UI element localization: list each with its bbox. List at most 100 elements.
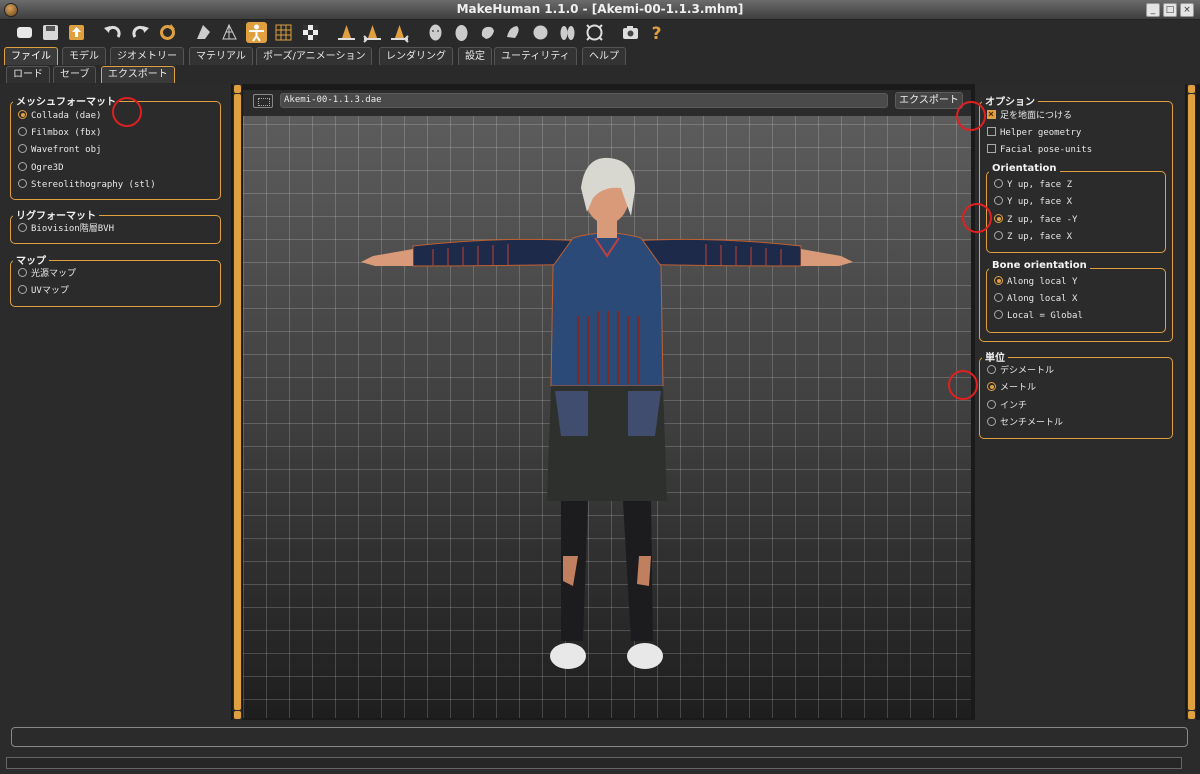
- orientation-y-up-face-z[interactable]: Y up, face Z: [994, 178, 1072, 192]
- radio-icon[interactable]: [994, 310, 1003, 319]
- export-button[interactable]: エクスポート: [895, 92, 963, 109]
- hand-icon[interactable]: [477, 22, 498, 43]
- save-icon[interactable]: [40, 22, 61, 43]
- close-icon[interactable]: ×: [1180, 3, 1194, 17]
- annotation-circle: [948, 370, 978, 400]
- new-file-icon[interactable]: [14, 22, 35, 43]
- export-icon[interactable]: [66, 22, 87, 43]
- sphere-icon[interactable]: [530, 22, 551, 43]
- mesh-format-fbx[interactable]: Filmbox (fbx): [18, 126, 101, 140]
- subtab-export[interactable]: エクスポート: [101, 66, 175, 83]
- scroll-up-icon[interactable]: [1188, 85, 1195, 93]
- wireframe-icon[interactable]: [219, 22, 240, 43]
- feet-on-ground-checkbox[interactable]: 足を地面につける: [987, 108, 1072, 123]
- rig-format-bvh[interactable]: Biovision階層BVH: [18, 222, 114, 236]
- checkbox-icon[interactable]: [987, 108, 996, 122]
- radio-icon[interactable]: [987, 400, 996, 409]
- radio-icon[interactable]: [994, 179, 1003, 188]
- scroll-thumb[interactable]: [234, 94, 241, 710]
- radio-icon[interactable]: [18, 110, 27, 119]
- reset-camera-icon[interactable]: [584, 22, 605, 43]
- lungs-icon[interactable]: [557, 22, 578, 43]
- tab-file[interactable]: ファイル: [4, 47, 58, 65]
- rig-format-title: リグフォーマット: [13, 207, 99, 222]
- mesh-format-obj[interactable]: Wavefront obj: [18, 143, 101, 157]
- scroll-thumb[interactable]: [1188, 94, 1195, 710]
- facial-pose-units-checkbox[interactable]: Facial pose-units: [987, 143, 1092, 157]
- back-view-icon[interactable]: [362, 22, 383, 43]
- orientation-z-up-face-x[interactable]: Z up, face X: [994, 230, 1072, 244]
- minimize-icon[interactable]: _: [1146, 3, 1160, 17]
- radio-icon[interactable]: [994, 196, 1003, 205]
- radio-icon[interactable]: [18, 223, 27, 232]
- tab-material[interactable]: マテリアル: [189, 47, 253, 65]
- tab-help[interactable]: ヘルプ: [582, 47, 626, 65]
- tab-utilities[interactable]: ユーティリティ: [494, 47, 577, 65]
- maps-uvmap[interactable]: UVマップ: [18, 284, 69, 298]
- unit-decimeter[interactable]: デシメートル: [987, 364, 1054, 378]
- human-model[interactable]: [243, 116, 971, 718]
- left-scrollbar[interactable]: [233, 84, 242, 720]
- filename-input[interactable]: Akemi-00-1.1.3.dae: [280, 93, 888, 108]
- mesh-format-stl[interactable]: Stereolithography (stl): [18, 178, 156, 192]
- scroll-up-icon[interactable]: [234, 85, 241, 93]
- orientation-y-up-face-x[interactable]: Y up, face X: [994, 195, 1072, 209]
- radio-icon[interactable]: [987, 417, 996, 426]
- radio-icon[interactable]: [987, 365, 996, 374]
- bone-along-local-x[interactable]: Along local X: [994, 292, 1077, 306]
- helper-geometry-checkbox[interactable]: Helper geometry: [987, 126, 1081, 140]
- side-view-icon[interactable]: [389, 22, 410, 43]
- redo-icon[interactable]: [130, 22, 151, 43]
- scroll-down-icon[interactable]: [1188, 711, 1195, 719]
- radio-icon[interactable]: [18, 179, 27, 188]
- viewport-3d[interactable]: [243, 116, 971, 718]
- svg-text:?: ?: [652, 24, 662, 43]
- maximize-icon[interactable]: □: [1163, 3, 1177, 17]
- subtab-load[interactable]: ロード: [6, 66, 50, 83]
- right-scrollbar[interactable]: [1187, 84, 1196, 720]
- orientation-title: Orientation: [989, 163, 1060, 174]
- pose-icon[interactable]: [246, 22, 267, 43]
- checkbox-icon[interactable]: [987, 144, 996, 153]
- help-icon[interactable]: ?: [646, 22, 667, 43]
- mesh-format-collada[interactable]: Collada (dae): [18, 109, 101, 123]
- file-browse-icon[interactable]: [253, 94, 273, 108]
- bone-local-global[interactable]: Local = Global: [994, 309, 1083, 323]
- checkbox-icon[interactable]: [987, 127, 996, 136]
- screenshot-icon[interactable]: [620, 22, 641, 43]
- unit-centimeter[interactable]: センチメートル: [987, 416, 1063, 430]
- tab-rendering[interactable]: レンダリング: [379, 47, 453, 65]
- mesh-format-ogre3d[interactable]: Ogre3D: [18, 161, 64, 175]
- radio-icon[interactable]: [994, 276, 1003, 285]
- undo-icon[interactable]: [102, 22, 123, 43]
- tab-pose-animation[interactable]: ポーズ/アニメーション: [256, 47, 373, 65]
- reset-icon[interactable]: [157, 22, 178, 43]
- unit-inch[interactable]: インチ: [987, 399, 1027, 413]
- head-icon[interactable]: [425, 22, 446, 43]
- smooth-icon[interactable]: [193, 22, 214, 43]
- tab-settings[interactable]: 設定: [458, 47, 492, 65]
- orientation-z-up-face-neg-y[interactable]: Z up, face -Y: [994, 213, 1077, 227]
- radio-icon[interactable]: [18, 127, 27, 136]
- foot-icon[interactable]: [503, 22, 524, 43]
- scroll-down-icon[interactable]: [234, 711, 241, 719]
- tab-geometry[interactable]: ジオメトリー: [110, 47, 184, 65]
- radio-icon[interactable]: [18, 144, 27, 153]
- radio-icon[interactable]: [994, 214, 1003, 223]
- radio-icon[interactable]: [18, 268, 27, 277]
- front-view-icon[interactable]: [336, 22, 357, 43]
- rig-format-group: リグフォーマット Biovision階層BVH: [10, 207, 221, 244]
- maps-lightmap[interactable]: 光源マップ: [18, 267, 76, 281]
- unit-meter[interactable]: メートル: [987, 381, 1036, 395]
- grid-icon[interactable]: [273, 22, 294, 43]
- radio-icon[interactable]: [987, 382, 996, 391]
- radio-icon[interactable]: [18, 285, 27, 294]
- checker-icon[interactable]: [300, 22, 321, 43]
- bone-along-local-y[interactable]: Along local Y: [994, 275, 1077, 289]
- tab-model[interactable]: モデル: [62, 47, 106, 65]
- egg-icon[interactable]: [451, 22, 472, 43]
- radio-icon[interactable]: [18, 162, 27, 171]
- subtab-save[interactable]: セーブ: [53, 66, 97, 83]
- radio-icon[interactable]: [994, 231, 1003, 240]
- radio-icon[interactable]: [994, 293, 1003, 302]
